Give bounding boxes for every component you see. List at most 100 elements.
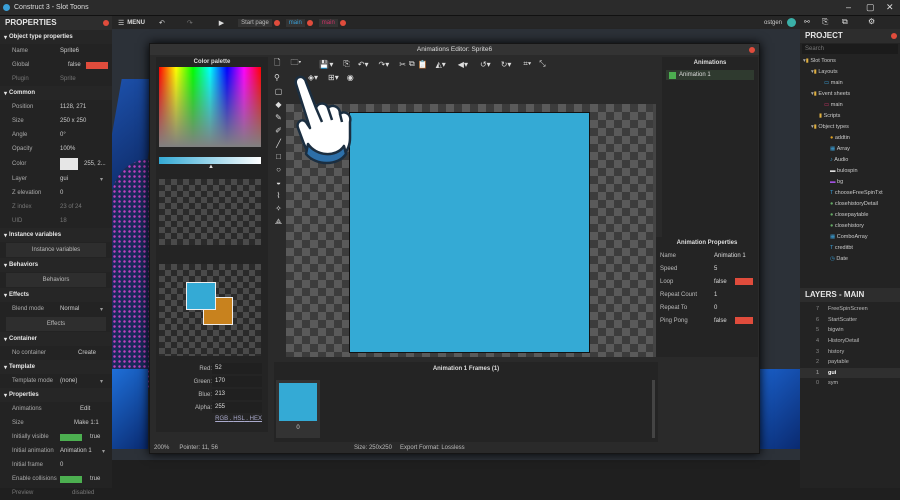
effects-button[interactable]: Effects bbox=[6, 317, 106, 331]
open-folder-icon[interactable]: 🗀▾ bbox=[290, 57, 301, 71]
tree-object[interactable]: ▬ bg bbox=[800, 176, 900, 187]
anim-name-field[interactable]: Name Animation 1 bbox=[656, 249, 758, 262]
flip-vertical-icon[interactable]: ◀▾ bbox=[458, 60, 468, 69]
mode-rgb[interactable]: RGB bbox=[215, 416, 228, 422]
minimize-button[interactable]: – bbox=[846, 2, 851, 12]
new-file-icon[interactable]: 🗋 bbox=[274, 57, 280, 71]
prop-animations[interactable]: Animations Edit bbox=[0, 402, 112, 416]
toggle-false[interactable] bbox=[86, 62, 108, 69]
brush-icon[interactable]: ✐ bbox=[274, 126, 283, 135]
anim-speed-field[interactable]: Speed 5 bbox=[656, 262, 758, 275]
frames-scrollbar[interactable] bbox=[652, 380, 655, 438]
menu-icon[interactable]: ☰ bbox=[118, 19, 124, 27]
tree-object[interactable]: ▭ debug bbox=[800, 264, 900, 268]
tree-object[interactable]: T chooseFreeSpinTxt bbox=[800, 187, 900, 198]
settings-icon[interactable]: ⚙ bbox=[868, 17, 875, 26]
tree-object[interactable]: ▬ bulospin bbox=[800, 165, 900, 176]
close-panel-icon[interactable] bbox=[103, 20, 109, 26]
animation-item[interactable]: Animation 1 bbox=[666, 70, 754, 80]
avatar[interactable] bbox=[787, 18, 796, 27]
paste-icon[interactable]: 📋 bbox=[418, 60, 428, 69]
sprite-image[interactable] bbox=[349, 112, 590, 353]
rotate-cw-icon[interactable]: ↻▾ bbox=[501, 60, 512, 69]
prop-initial-animation[interactable]: Initial animation Animation 1 ▾ bbox=[0, 444, 112, 458]
tab-start-page[interactable]: Start page bbox=[238, 18, 272, 27]
prop-blend-mode[interactable]: Blend mode Normal ▾ bbox=[0, 302, 112, 316]
tree-root[interactable]: ▾ ▮ Slot Toons bbox=[800, 55, 900, 66]
save-icon[interactable]: 💾▾ bbox=[319, 60, 333, 69]
blue-field[interactable]: Blue: 213 bbox=[156, 388, 268, 401]
prop-initially-visible[interactable]: Initially visible true bbox=[0, 430, 112, 444]
prop-container[interactable]: No container Create bbox=[0, 346, 112, 360]
tree-object[interactable]: ● closehistory bbox=[800, 220, 900, 231]
user-name[interactable]: ostgen bbox=[764, 20, 782, 26]
copy-file-icon[interactable]: ⎘ bbox=[343, 59, 349, 69]
undo-icon[interactable]: ↶ bbox=[159, 19, 165, 27]
section-object-type[interactable]: ▾ Object type properties bbox=[0, 30, 112, 44]
prop-opacity[interactable]: Opacity 100% bbox=[0, 142, 112, 156]
layer-row-selected[interactable]: 1 gui bbox=[800, 367, 900, 379]
tree-scripts[interactable]: ▮ Scripts bbox=[800, 110, 900, 121]
redo-icon[interactable]: ↷ bbox=[187, 19, 193, 27]
eraser-icon[interactable]: ◆ bbox=[274, 100, 283, 109]
prop-preview[interactable]: Preview disabled bbox=[0, 486, 112, 500]
resize-icon[interactable]: ⤡ bbox=[539, 59, 545, 69]
red-field[interactable]: Red: 52 bbox=[156, 362, 268, 375]
layer-row[interactable]: 2 paytable bbox=[800, 357, 900, 368]
maximize-button[interactable]: ▢ bbox=[866, 2, 875, 13]
undo-icon[interactable]: ↶▾ bbox=[358, 60, 369, 69]
share-icon[interactable]: ⎘ bbox=[822, 17, 828, 27]
tree-object[interactable]: T creditbt bbox=[800, 242, 900, 253]
tree-object[interactable]: ▦ ComboArray bbox=[800, 231, 900, 242]
swatch-grid[interactable] bbox=[159, 179, 261, 245]
puzzle-icon[interactable]: ⧉ bbox=[842, 17, 848, 27]
tree-event-main[interactable]: ▭ main bbox=[800, 99, 900, 110]
section-container[interactable]: ▾ Container bbox=[0, 332, 112, 346]
prop-z-elevation[interactable]: Z elevation 0 bbox=[0, 186, 112, 200]
primary-color-swatch[interactable] bbox=[186, 282, 216, 310]
layer-row[interactable]: 4 HistoryDetail bbox=[800, 336, 900, 347]
rectangle-icon[interactable]: □ bbox=[274, 152, 283, 161]
tree-object-types[interactable]: ▾ ▮ Object types bbox=[800, 121, 900, 132]
prop-size-make[interactable]: Size Make 1:1 bbox=[0, 416, 112, 430]
section-properties[interactable]: ▾ Properties bbox=[0, 388, 112, 402]
prop-position[interactable]: Position 1128, 271 bbox=[0, 100, 112, 114]
tree-object[interactable]: ● closehistoryDetail bbox=[800, 198, 900, 209]
prop-template-mode[interactable]: Template mode (none) ▾ bbox=[0, 374, 112, 388]
pencil-icon[interactable]: ✎ bbox=[274, 113, 283, 122]
layer-row[interactable]: 7 FreeSpinScreen bbox=[800, 304, 900, 315]
alpha-slider[interactable] bbox=[159, 157, 261, 164]
anim-loop-field[interactable]: Loop false bbox=[656, 275, 758, 288]
select-icon[interactable]: ▢ bbox=[274, 87, 283, 96]
tab-close-icon[interactable] bbox=[273, 19, 280, 26]
slider-handle-icon[interactable]: ▲ bbox=[208, 164, 214, 170]
tree-layouts[interactable]: ▾ ▮ Layouts bbox=[800, 66, 900, 77]
copy-icon[interactable]: ⧉ bbox=[409, 59, 415, 69]
alpha-field[interactable]: Alpha: 255 bbox=[156, 401, 268, 414]
green-field[interactable]: Green: 170 bbox=[156, 375, 268, 388]
instance-variables-button[interactable]: Instance variables bbox=[6, 243, 106, 257]
tree-object[interactable]: ◷ Date bbox=[800, 253, 900, 264]
tree-event-sheets[interactable]: ▾ ▮ Event sheets bbox=[800, 88, 900, 99]
project-search-input[interactable]: Search bbox=[802, 44, 898, 54]
layer-row[interactable]: 5 bigwin bbox=[800, 325, 900, 336]
prop-angle[interactable]: Angle 0° bbox=[0, 128, 112, 142]
eyedropper-icon[interactable]: ⌇ bbox=[274, 191, 283, 200]
tab-close-icon[interactable] bbox=[306, 19, 313, 26]
tree-object[interactable]: ♪ Audio bbox=[800, 154, 900, 165]
layer-row[interactable]: 0 sym bbox=[800, 378, 900, 389]
menu-button[interactable]: MENU bbox=[127, 20, 145, 26]
fill-icon[interactable]: ◒ bbox=[274, 178, 283, 187]
behaviors-button[interactable]: Behaviors bbox=[6, 273, 106, 287]
tree-object[interactable]: ● closepaytable bbox=[800, 209, 900, 220]
anim-repeat-to-field[interactable]: Repeat To 0 bbox=[656, 301, 758, 314]
section-effects[interactable]: ▾ Effects bbox=[0, 288, 112, 302]
zoom-icon[interactable]: ⚲ bbox=[274, 73, 280, 82]
line-icon[interactable]: ╱ bbox=[274, 139, 283, 148]
ellipse-icon[interactable]: ○ bbox=[274, 165, 283, 174]
color-spectrum[interactable] bbox=[159, 67, 261, 147]
prop-enable-collisions[interactable]: Enable collisions true bbox=[0, 472, 112, 486]
prop-global[interactable]: Global false bbox=[0, 58, 112, 72]
anim-repeat-count-field[interactable]: Repeat Count 1 bbox=[656, 288, 758, 301]
prop-size[interactable]: Size 250 x 250 bbox=[0, 114, 112, 128]
